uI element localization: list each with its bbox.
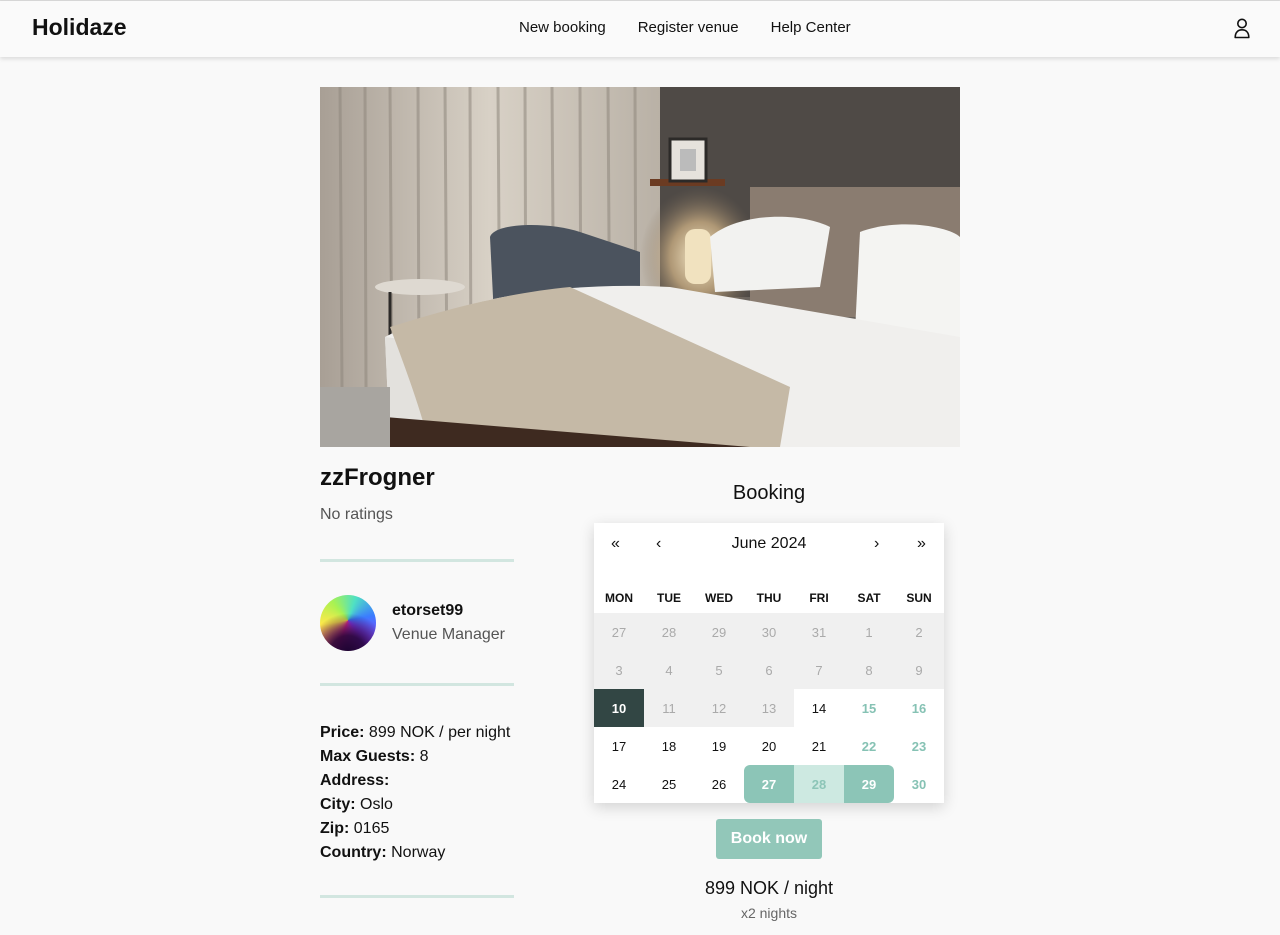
calendar-day[interactable]: 10	[594, 689, 644, 727]
calendar-day: 13	[744, 689, 794, 727]
calendar-day[interactable]: 20	[744, 727, 794, 765]
weekday-label: THU	[756, 591, 782, 605]
calendar-day[interactable]: 28	[794, 765, 844, 803]
calendar-day: 6	[744, 651, 794, 689]
site-header: Holidaze New booking Register venue Help…	[0, 1, 1280, 57]
detail-max-guests: Max Guests: 8	[320, 748, 429, 765]
weekday-label: WED	[705, 591, 733, 605]
calendar-day[interactable]: 15	[844, 689, 894, 727]
section-divider	[320, 559, 514, 562]
calendar-day: 29	[694, 613, 744, 651]
main-nav: New booking Register venue Help Center	[519, 19, 851, 36]
calendar-day[interactable]: 26	[694, 765, 744, 803]
calendar-day[interactable]: 29	[844, 765, 894, 803]
weekday-label: SAT	[857, 591, 881, 605]
nights-count: x2 nights	[740, 905, 798, 921]
detail-price: Price: 899 NOK / per night	[320, 724, 511, 741]
calendar-day: 2	[894, 613, 944, 651]
calendar-day[interactable]: 30	[894, 765, 944, 803]
detail-country: Country: Norway	[320, 844, 446, 861]
calendar-day[interactable]: 16	[894, 689, 944, 727]
manager-avatar[interactable]	[320, 595, 376, 651]
calendar-day: 8	[844, 651, 894, 689]
weekday-label: FRI	[809, 591, 829, 605]
next-year-button[interactable]: »	[917, 535, 926, 553]
book-now-button[interactable]: Book now	[716, 819, 822, 859]
calendar-day[interactable]: 25	[644, 765, 694, 803]
calendar-day[interactable]: 14	[794, 689, 844, 727]
nav-new-booking[interactable]: New booking	[519, 19, 606, 36]
weekday-label: SUN	[906, 591, 932, 605]
calendar-day: 5	[694, 651, 744, 689]
detail-address: Address:	[320, 772, 390, 789]
section-divider	[320, 895, 514, 898]
calendar-day[interactable]: 17	[594, 727, 644, 765]
nav-register-venue[interactable]: Register venue	[638, 19, 739, 36]
calendar-day[interactable]: 18	[644, 727, 694, 765]
booking-calendar: « ‹ June 2024 › » MON TUE WED THU FRI SA…	[594, 523, 944, 803]
calendar-navigation: « ‹ June 2024 › »	[594, 523, 944, 567]
calendar-day: 31	[794, 613, 844, 651]
calendar-day: 7	[794, 651, 844, 689]
user-profile-icon[interactable]	[1232, 17, 1252, 39]
calendar-day: 27	[594, 613, 644, 651]
site-logo[interactable]: Holidaze	[32, 14, 127, 41]
venue-ratings: No ratings	[320, 506, 393, 523]
detail-city: City: Oslo	[320, 796, 393, 813]
calendar-day[interactable]: 23	[894, 727, 944, 765]
calendar-day[interactable]: 24	[594, 765, 644, 803]
calendar-day[interactable]: 19	[694, 727, 744, 765]
calendar-day[interactable]: 22	[844, 727, 894, 765]
calendar-day: 9	[894, 651, 944, 689]
venue-title: zzFrogner	[320, 464, 435, 491]
venue-bedroom-image	[320, 87, 960, 447]
manager-role: Venue Manager	[392, 626, 505, 643]
calendar-day[interactable]: 21	[794, 727, 844, 765]
weekday-label: MON	[605, 591, 633, 605]
calendar-day-grid: 27 28 29 30 31 1 2 3 4 5 6 7 8 9 10 11 12 13 14 15 16 17 18 19 2…	[594, 613, 944, 803]
weekday-label: TUE	[657, 591, 681, 605]
prev-year-button[interactable]: «	[611, 535, 620, 553]
calendar-day: 30	[744, 613, 794, 651]
calendar-day: 11	[644, 689, 694, 727]
booking-heading: Booking	[732, 482, 806, 504]
calendar-month-label[interactable]: June 2024	[594, 535, 944, 553]
calendar-day: 12	[694, 689, 744, 727]
price-per-night: 899 NOK / night	[704, 878, 834, 898]
prev-month-button[interactable]: ‹	[656, 535, 661, 553]
nav-help-center[interactable]: Help Center	[771, 19, 851, 36]
section-divider	[320, 683, 514, 686]
calendar-day[interactable]: 27	[744, 765, 794, 803]
detail-zip: Zip: 0165	[320, 820, 390, 837]
weekday-header: MON TUE WED THU FRI SAT SUN	[594, 591, 944, 605]
venue-details: Price: 899 NOK / per night Max Guests: 8…	[320, 721, 510, 865]
next-month-button[interactable]: ›	[874, 535, 879, 553]
calendar-day: 1	[844, 613, 894, 651]
calendar-day: 28	[644, 613, 694, 651]
calendar-day: 4	[644, 651, 694, 689]
venue-photo	[320, 87, 960, 447]
calendar-day: 3	[594, 651, 644, 689]
manager-name[interactable]: etorset99	[392, 602, 463, 620]
